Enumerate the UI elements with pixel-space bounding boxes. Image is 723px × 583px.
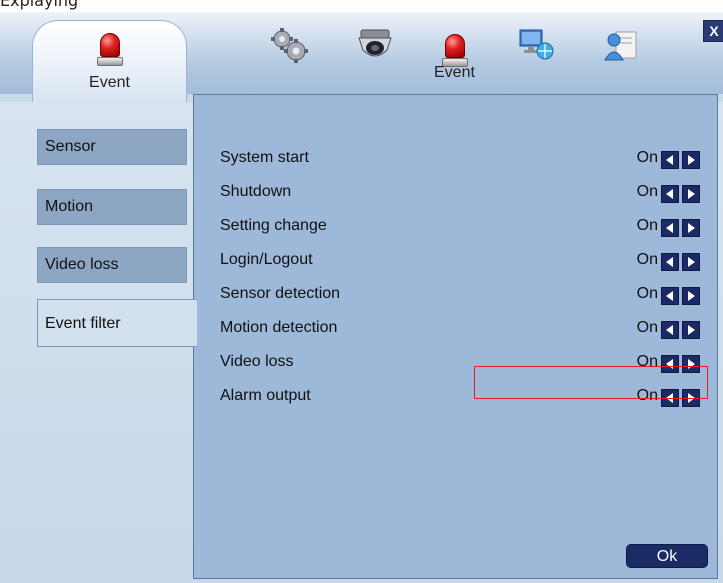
event-filter-panel: System start On Shutdown On Setting change On… (193, 94, 718, 579)
event-filter-row: Motion detection On (220, 312, 705, 342)
ok-button[interactable]: Ok (626, 544, 708, 568)
event-filter-value: On (636, 251, 658, 268)
sidebar: Sensor Motion Video loss Event filter (0, 94, 197, 583)
arrow-right-icon[interactable] (682, 287, 700, 305)
user-icon[interactable] (602, 26, 642, 66)
gears-icon[interactable] (268, 26, 308, 66)
event-filter-value: On (636, 285, 658, 302)
arrow-left-icon[interactable] (661, 151, 679, 169)
top-strip: Explaying (0, 0, 723, 12)
network-icon[interactable] (516, 26, 556, 66)
highlight-box (474, 366, 708, 399)
toolbar: Event Event X (0, 12, 723, 102)
arrow-right-icon[interactable] (682, 219, 700, 237)
event-filter-label: Shutdown (220, 183, 292, 200)
event-filter-row: Shutdown On (220, 176, 705, 206)
siren-icon[interactable] (442, 34, 468, 68)
tab-event[interactable]: Event (32, 20, 187, 102)
arrow-left-icon[interactable] (661, 321, 679, 339)
sidebar-item-event-filter[interactable]: Event filter (37, 299, 197, 347)
arrow-left-icon[interactable] (661, 185, 679, 203)
arrow-left-icon[interactable] (661, 219, 679, 237)
event-filter-label: Setting change (220, 217, 327, 234)
event-filter-row: Setting change On (220, 210, 705, 240)
arrow-right-icon[interactable] (682, 321, 700, 339)
siren-icon (97, 33, 123, 67)
event-filter-value: On (636, 183, 658, 200)
event-filter-value: On (636, 319, 658, 336)
event-filter-label: Login/Logout (220, 251, 313, 268)
event-filter-label: System start (220, 149, 309, 166)
event-filter-row: System start On (220, 142, 705, 172)
sidebar-item-sensor[interactable]: Sensor (37, 129, 187, 165)
event-filter-value: On (636, 217, 658, 234)
arrow-right-icon[interactable] (682, 253, 700, 271)
camera-icon[interactable] (355, 28, 395, 68)
event-filter-label: Motion detection (220, 319, 338, 336)
arrow-right-icon[interactable] (682, 185, 700, 203)
event-filter-label: Sensor detection (220, 285, 341, 302)
arrow-left-icon[interactable] (661, 287, 679, 305)
top-strip-text: Explaying (0, 0, 79, 10)
arrow-left-icon[interactable] (661, 253, 679, 271)
event-filter-row: Login/Logout On (220, 244, 705, 274)
sidebar-item-motion[interactable]: Motion (37, 189, 187, 225)
event-filter-label: Alarm output (220, 387, 311, 404)
event-filter-label: Video loss (220, 353, 294, 370)
event-settings-window: Event Event X Sensor Motion Video loss E… (0, 12, 723, 583)
event-filter-row: Sensor detection On (220, 278, 705, 308)
sidebar-item-video-loss[interactable]: Video loss (37, 247, 187, 283)
event-filter-value: On (636, 149, 658, 166)
tool-event-label: Event (434, 64, 475, 81)
tab-event-label: Event (89, 74, 130, 91)
close-button[interactable]: X (703, 20, 723, 42)
arrow-right-icon[interactable] (682, 151, 700, 169)
